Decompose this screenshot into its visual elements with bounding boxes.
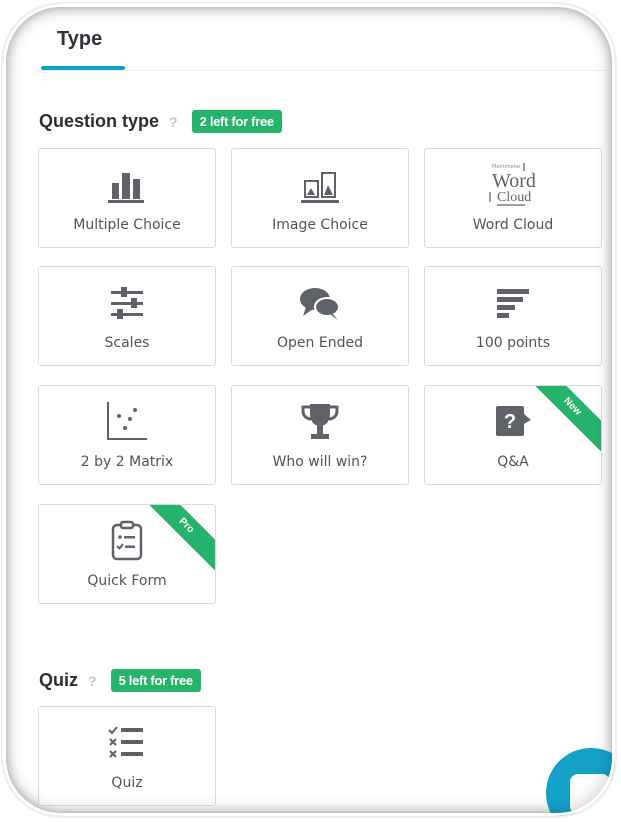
tile-label: Who will win? <box>272 454 368 470</box>
tile-label: Open Ended <box>277 335 363 351</box>
tile-word-cloud[interactable]: Mentimeter Word Cloud Word Cloud <box>424 148 602 248</box>
app-frame: Type Question type ? 2 left for free Mul… <box>3 4 615 816</box>
tile-label: Q&A <box>497 454 529 470</box>
question-type-title: Question type <box>39 111 160 131</box>
tile-label: Scales <box>104 335 150 351</box>
tile-2-by-2-matrix[interactable]: 2 by 2 Matrix <box>38 385 216 485</box>
svg-text:?: ? <box>504 411 516 433</box>
tile-label: Quick Form <box>87 573 167 589</box>
scatter-plot-icon <box>39 400 215 444</box>
tile-label: Quiz <box>111 775 143 791</box>
tile-label: 2 by 2 Matrix <box>80 454 174 470</box>
tab-active-indicator <box>41 66 125 70</box>
bar-chart-icon <box>39 163 215 207</box>
question-type-header: Question type ? 2 left for free <box>39 110 282 133</box>
tile-label: Word Cloud <box>472 217 554 233</box>
svg-text:Word: Word <box>492 170 536 192</box>
tile-label: 100 points <box>475 335 551 351</box>
horizontal-bars-icon <box>425 281 601 325</box>
checklist-icon <box>39 721 215 765</box>
tile-label: Image Choice <box>272 217 368 233</box>
question-type-help-icon[interactable]: ? <box>169 114 178 130</box>
quiz-free-badge: 5 left for free <box>110 669 201 692</box>
tile-label: Multiple Choice <box>73 217 181 233</box>
trophy-icon <box>232 400 408 444</box>
word-cloud-icon: Mentimeter Word Cloud <box>425 159 601 209</box>
tile-quick-form[interactable]: Quick Form Pro <box>38 504 216 604</box>
image-bars-icon <box>232 163 408 207</box>
tile-qa[interactable]: ? Q&A New <box>424 385 602 485</box>
quiz-header: Quiz ? 5 left for free <box>39 669 201 692</box>
tile-image-choice[interactable]: Image Choice <box>231 148 409 248</box>
tile-multiple-choice[interactable]: Multiple Choice <box>38 148 216 248</box>
speech-bubbles-icon <box>232 281 408 325</box>
tab-bar: Type <box>37 18 607 71</box>
tile-100-points[interactable]: 100 points <box>424 266 602 366</box>
sliders-icon <box>39 281 215 325</box>
chat-launcher-button[interactable] <box>546 748 615 816</box>
tab-type-label: Type <box>57 28 103 50</box>
svg-text:Cloud: Cloud <box>497 190 531 205</box>
tile-scales[interactable]: Scales <box>38 266 216 366</box>
question-type-free-badge: 2 left for free <box>191 110 282 133</box>
quiz-help-icon[interactable]: ? <box>88 673 97 689</box>
tile-quiz[interactable]: Quiz <box>38 706 216 806</box>
tab-type[interactable]: Type <box>41 28 125 70</box>
quiz-title: Quiz <box>39 670 78 690</box>
tile-open-ended[interactable]: Open Ended <box>231 266 409 366</box>
tile-who-will-win[interactable]: Who will win? <box>231 385 409 485</box>
